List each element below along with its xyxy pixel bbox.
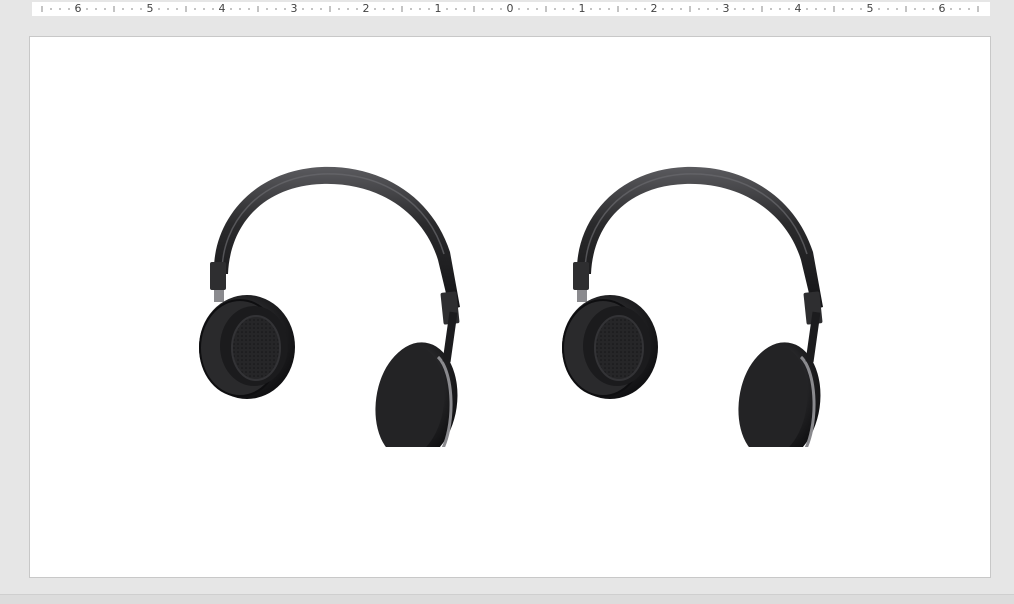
ruler-label: 2: [361, 2, 371, 16]
ruler-label: 4: [793, 2, 803, 16]
ruler-label: 4: [217, 2, 227, 16]
left-slider: [573, 262, 589, 290]
headphones-3d-model-right[interactable]: [555, 162, 830, 447]
ruler-label: 1: [577, 2, 587, 16]
slide-canvas[interactable]: [29, 36, 991, 578]
left-speaker-mesh: [231, 315, 281, 381]
presentation-editor: 6 5 4 3 2 1 0 1 2 3 4 5 6: [0, 0, 1014, 604]
ruler-label: 5: [865, 2, 875, 16]
status-bar: [0, 594, 1014, 604]
ruler-label: 5: [145, 2, 155, 16]
headphones-3d-model-left[interactable]: [192, 162, 467, 447]
ruler-label: 1: [433, 2, 443, 16]
ruler-label: 6: [73, 2, 83, 16]
ruler-label: 3: [289, 2, 299, 16]
ruler-label: 0: [505, 2, 515, 16]
headband: [213, 166, 460, 310]
ruler-label: 3: [721, 2, 731, 16]
left-slider: [210, 262, 226, 290]
left-speaker-mesh: [594, 315, 644, 381]
ruler-label: 2: [649, 2, 659, 16]
headband: [576, 166, 823, 310]
ruler-label: 6: [937, 2, 947, 16]
horizontal-ruler[interactable]: 6 5 4 3 2 1 0 1 2 3 4 5 6: [32, 2, 990, 16]
